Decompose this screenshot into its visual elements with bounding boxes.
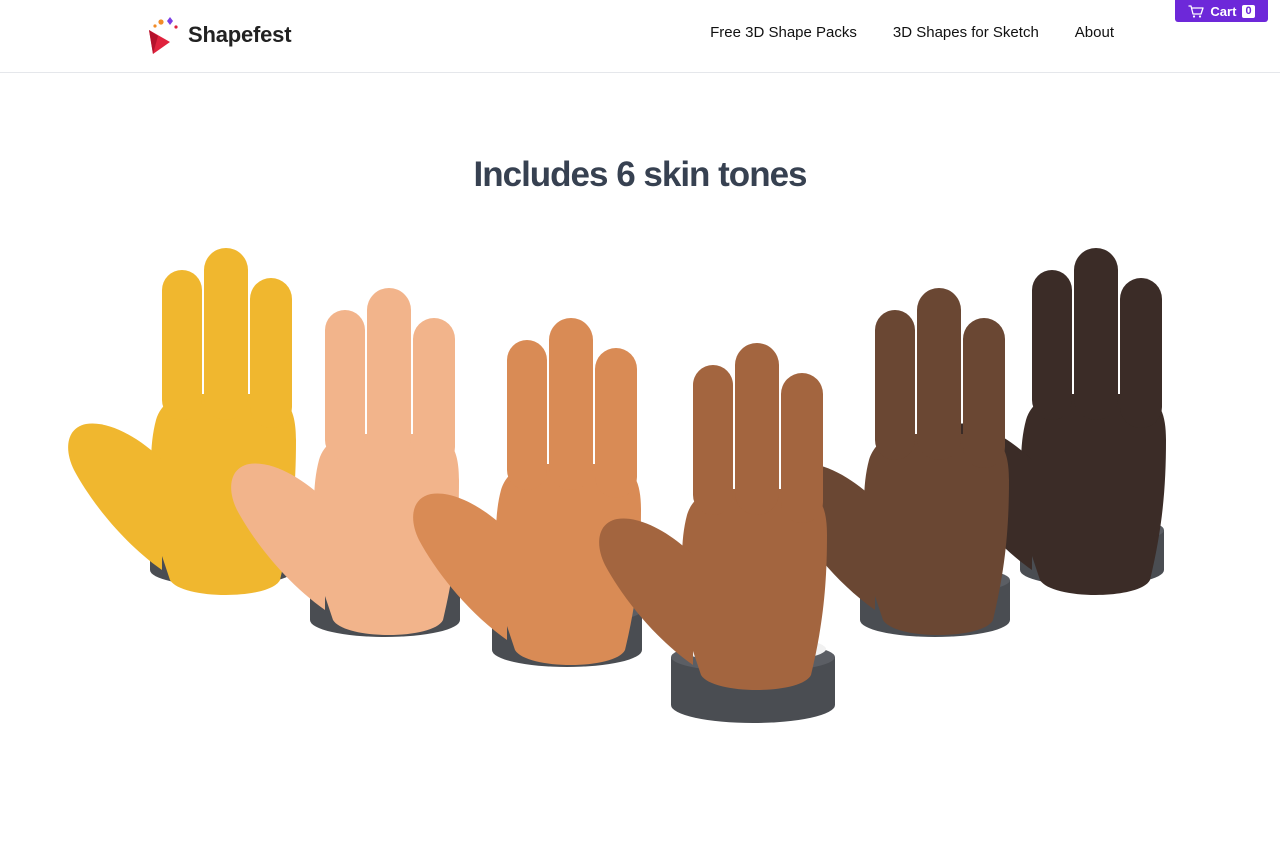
site-header: Shapefest Free 3D Shape Packs 3D Shapes … <box>0 0 1280 73</box>
cart-label: Cart <box>1210 3 1237 19</box>
nav-3d-shapes-for-sketch[interactable]: 3D Shapes for Sketch <box>893 24 1039 41</box>
main-nav: Free 3D Shape Packs 3D Shapes for Sketch… <box>710 24 1114 41</box>
brand-logo-link[interactable]: Shapefest <box>146 15 292 55</box>
section-heading: Includes 6 skin tones <box>473 155 808 194</box>
shapefest-logo-icon <box>149 17 178 54</box>
brand-name: Shapefest <box>188 22 292 47</box>
cart-count-badge: 0 <box>1242 4 1255 18</box>
skin-tone-hands-illustration <box>68 248 1166 723</box>
cart-icon <box>1188 4 1205 18</box>
nav-about[interactable]: About <box>1075 24 1114 41</box>
nav-free-3d-shape-packs[interactable]: Free 3D Shape Packs <box>710 24 857 41</box>
cart-button[interactable]: Cart 0 <box>1175 0 1268 22</box>
